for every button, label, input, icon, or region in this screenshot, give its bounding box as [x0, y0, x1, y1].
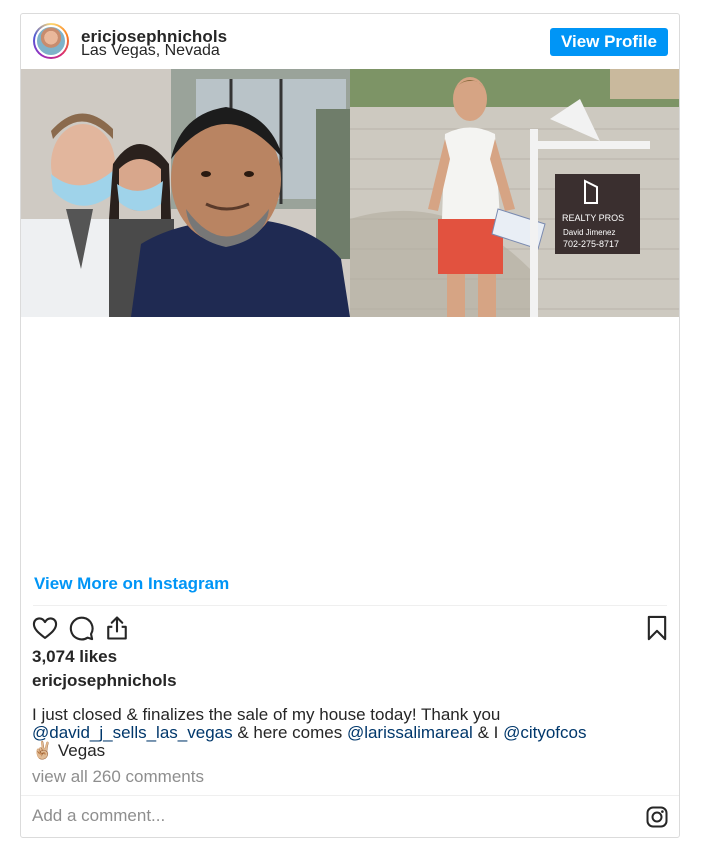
view-all-comments-link[interactable]: view all 260 comments [32, 767, 204, 787]
comment-icon[interactable] [67, 614, 95, 642]
sign-agent: David Jimenez [563, 228, 615, 237]
photo-selfie-illustration [21, 69, 350, 317]
sign-phone: 702-275-8717 [563, 239, 619, 249]
caption-text: I just closed & finalizes the sale of my… [32, 705, 501, 724]
add-comment-input[interactable] [32, 804, 592, 828]
avatar-image [35, 25, 67, 57]
photo-selfie [21, 69, 350, 317]
caption-text: & here comes [232, 723, 347, 742]
instagram-logo-icon[interactable] [645, 805, 669, 829]
share-icon[interactable] [103, 614, 131, 642]
post-media[interactable]: REALTY PROS David Jimenez 702-275-8717 [21, 69, 679, 317]
header-location[interactable]: Las Vegas, Nevada [81, 43, 220, 58]
divider [33, 605, 667, 606]
likes-count[interactable]: 3,074 likes [32, 647, 117, 667]
view-profile-button[interactable]: View Profile [549, 28, 668, 56]
heart-icon[interactable] [31, 614, 59, 642]
instagram-embed-card: ericjosephnichols Las Vegas, Nevada View… [20, 13, 680, 838]
view-more-on-instagram-link[interactable]: View More on Instagram [34, 574, 229, 594]
caption-username[interactable]: ericjosephnichols [32, 671, 177, 691]
sign-brand: REALTY PROS [562, 213, 624, 223]
divider [21, 795, 679, 796]
photo-realty-sign-illustration: REALTY PROS David Jimenez 702-275-8717 [350, 69, 679, 317]
mention-link[interactable]: @larissalimareal [347, 723, 473, 742]
media-placeholder-area [21, 317, 679, 572]
mention-link[interactable]: @david_j_sells_las_vegas [32, 723, 233, 742]
post-actions [31, 614, 669, 642]
avatar[interactable] [33, 23, 69, 59]
mention-link[interactable]: @cityofcos [503, 723, 586, 742]
post-caption: I just closed & finalizes the sale of my… [32, 706, 672, 760]
post-header: ericjosephnichols Las Vegas, Nevada View… [21, 14, 679, 69]
caption-text: & I [472, 723, 504, 742]
peace-emoji: ✌🏼 [32, 741, 54, 760]
caption-text: Vegas [53, 741, 106, 760]
bookmark-icon[interactable] [643, 614, 671, 642]
photo-realty-sign: REALTY PROS David Jimenez 702-275-8717 [350, 69, 679, 317]
